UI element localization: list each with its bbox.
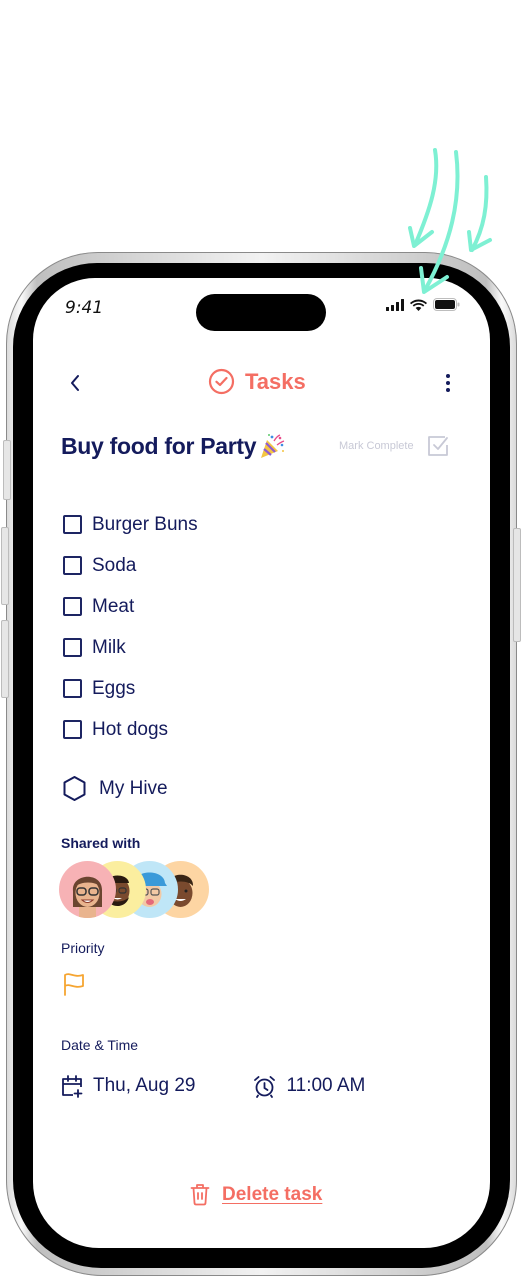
shared-avatars[interactable]: [59, 861, 209, 919]
checklist-item[interactable]: Burger Buns: [63, 504, 198, 545]
priority-label: Priority: [61, 940, 105, 956]
checklist-item-label: Soda: [92, 554, 137, 576]
calendar-add-icon: [62, 1075, 83, 1098]
dynamic-island: [196, 294, 326, 331]
chevron-left-icon: [71, 375, 79, 391]
flag-icon: [64, 973, 84, 996]
screen: 9:41 Tasks Buy food for Party Mark Compl…: [33, 278, 490, 1248]
page-title: Tasks: [208, 368, 306, 395]
date-time-row: Thu, Aug 29 11:00 AM: [61, 1074, 365, 1098]
trash-icon: [190, 1184, 210, 1206]
checklist-item[interactable]: Meat: [63, 586, 198, 627]
mark-complete-button[interactable]: Mark Complete: [339, 434, 450, 458]
checklist-item-label: Hot dogs: [92, 718, 169, 740]
annotation-arrow-1: [413, 148, 439, 247]
party-popper-icon: [261, 434, 285, 458]
checkbox[interactable]: [63, 638, 82, 657]
date-value: Thu, Aug 29: [93, 1075, 196, 1096]
delete-task-button[interactable]: Delete task: [190, 1183, 322, 1206]
time-value: 11:00 AM: [286, 1075, 366, 1096]
hexagon-icon: [63, 776, 86, 801]
checklist-item[interactable]: Hot dogs: [63, 709, 198, 750]
annotation-arrowhead-1: [408, 226, 434, 248]
checklist-item-label: Meat: [92, 595, 135, 617]
check-circle-icon: [208, 368, 235, 395]
status-time: 9:41: [65, 298, 104, 318]
checkbox[interactable]: [63, 679, 82, 698]
hive-label: My Hive: [99, 777, 168, 799]
checkbox[interactable]: [63, 556, 82, 575]
annotation-arrowhead-3: [467, 230, 492, 252]
checklist-item-label: Milk: [92, 636, 126, 658]
mark-complete-label: Mark Complete: [339, 440, 414, 452]
checklist: Burger Buns Soda Meat Milk Eggs Hot dogs: [63, 504, 198, 750]
page-title-text: Tasks: [245, 368, 306, 394]
checklist-item-label: Eggs: [92, 677, 136, 699]
task-title: Buy food for Party: [61, 432, 286, 460]
cellular-signal-icon: [386, 298, 404, 311]
checklist-item[interactable]: Soda: [63, 545, 198, 586]
power-button: [513, 528, 521, 642]
hive-selector[interactable]: My Hive: [62, 775, 168, 802]
date-picker[interactable]: Thu, Aug 29: [61, 1074, 195, 1098]
alarm-clock-icon: [254, 1075, 276, 1098]
checkbox[interactable]: [63, 515, 82, 534]
battery-icon: [433, 298, 460, 311]
checklist-item[interactable]: Eggs: [63, 668, 198, 709]
checklist-item-label: Burger Buns: [92, 513, 198, 535]
priority-selector[interactable]: [62, 972, 86, 1001]
more-options-button[interactable]: [438, 370, 458, 396]
app-header: Tasks: [33, 366, 490, 402]
task-title-text: Buy food for Party: [61, 432, 257, 459]
delete-task-label: Delete task: [222, 1183, 323, 1205]
checkbox-check-icon: [427, 436, 448, 456]
back-button[interactable]: [65, 370, 85, 396]
avatar[interactable]: [59, 861, 116, 918]
volume-down-button: [1, 620, 9, 698]
action-button: [3, 440, 11, 500]
more-vertical-icon: [446, 374, 450, 392]
checklist-item[interactable]: Milk: [63, 627, 198, 668]
wifi-icon: [410, 299, 427, 311]
date-time-label: Date & Time: [61, 1037, 139, 1053]
annotation-arrow-3: [470, 175, 489, 252]
volume-up-button: [1, 527, 9, 605]
time-picker[interactable]: 11:00 AM: [253, 1075, 365, 1098]
checkbox[interactable]: [63, 597, 82, 616]
memoji-avatar-icon: [72, 876, 103, 918]
shared-with-label: Shared with: [61, 835, 141, 851]
status-icons: [386, 298, 460, 311]
checkbox[interactable]: [63, 720, 82, 739]
